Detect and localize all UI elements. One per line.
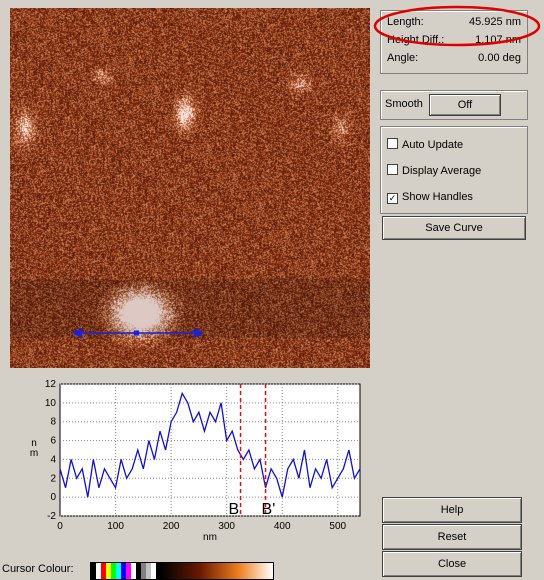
- palette-swatch[interactable]: [146, 563, 151, 579]
- y-tick-label: 2: [50, 473, 56, 484]
- y-tick-label: 6: [50, 436, 56, 447]
- palette-swatch[interactable]: [116, 563, 121, 579]
- palette-swatch[interactable]: [111, 563, 116, 579]
- help-button[interactable]: Help: [382, 497, 522, 523]
- y-tick-label: 4: [50, 454, 56, 465]
- x-tick-label: 300: [218, 521, 235, 532]
- auto-update-checkbox[interactable]: [387, 138, 398, 149]
- palette-swatch[interactable]: [121, 563, 126, 579]
- highlight-ellipse: [373, 5, 541, 47]
- x-tick-label: 0: [57, 521, 63, 532]
- reset-button[interactable]: Reset: [382, 524, 522, 550]
- palette-swatch[interactable]: [131, 563, 136, 579]
- cursor-colour-palette[interactable]: [90, 562, 274, 580]
- y-tick-label: 0: [50, 492, 56, 503]
- y-tick-label: 12: [45, 379, 57, 390]
- marker-label: B': [262, 501, 276, 518]
- show-handles-checkbox[interactable]: ✓: [387, 193, 398, 204]
- afm-image-view[interactable]: [10, 8, 370, 368]
- cursor-colour-label: Cursor Colour:: [2, 563, 74, 575]
- palette-swatch[interactable]: [151, 563, 156, 579]
- options-box: Auto Update Display Average ✓ Show Handle…: [380, 126, 528, 214]
- display-average-label: Display Average: [402, 165, 482, 177]
- line-cursor-overlay[interactable]: [10, 8, 370, 368]
- cross-section-mid-handle[interactable]: [134, 330, 139, 336]
- palette-gradient[interactable]: [161, 563, 273, 579]
- palette-swatch[interactable]: [136, 563, 141, 579]
- x-tick-label: 400: [274, 521, 291, 532]
- show-handles-label: Show Handles: [402, 191, 473, 203]
- palette-swatch[interactable]: [141, 563, 146, 579]
- x-tick-label: 100: [107, 521, 124, 532]
- close-button[interactable]: Close: [382, 551, 522, 577]
- smooth-toggle-button[interactable]: Off: [429, 94, 501, 116]
- y-tick-label: 8: [50, 417, 56, 428]
- y-tick-label: 10: [45, 398, 57, 409]
- cross-section-left-arrow[interactable]: [72, 328, 82, 338]
- display-average-checkbox[interactable]: [387, 164, 398, 175]
- display-average-option[interactable]: Display Average: [387, 164, 481, 178]
- palette-swatch[interactable]: [156, 563, 161, 579]
- y-tick-label: -2: [47, 511, 56, 522]
- save-curve-button[interactable]: Save Curve: [382, 216, 526, 240]
- height-profile-chart: 0 100 200 300 400 500-2024681012nmnmB B': [30, 379, 361, 543]
- y-axis-label-m: m: [30, 448, 38, 459]
- angle-label: Angle:: [387, 52, 419, 64]
- auto-update-label: Auto Update: [402, 139, 464, 151]
- x-tick-label: 500: [329, 521, 346, 532]
- smooth-label: Smooth: [385, 98, 423, 110]
- palette-swatch[interactable]: [101, 563, 106, 579]
- x-tick-label: 200: [163, 521, 180, 532]
- plot-area: [59, 383, 361, 517]
- x-axis-label: nm: [203, 532, 217, 543]
- palette-swatch[interactable]: [126, 563, 131, 579]
- auto-update-option[interactable]: Auto Update: [387, 138, 463, 152]
- marker-label: B: [229, 501, 240, 518]
- angle-value: 0.00 deg: [478, 52, 521, 64]
- cross-section-right-arrow[interactable]: [194, 328, 204, 338]
- palette-swatch[interactable]: [91, 563, 96, 579]
- palette-swatch[interactable]: [96, 563, 101, 579]
- palette-swatch[interactable]: [106, 563, 111, 579]
- smooth-box: Smooth Off: [380, 90, 528, 120]
- show-handles-option[interactable]: ✓ Show Handles: [387, 190, 473, 204]
- angle-row: Angle: 0.00 deg: [387, 51, 521, 65]
